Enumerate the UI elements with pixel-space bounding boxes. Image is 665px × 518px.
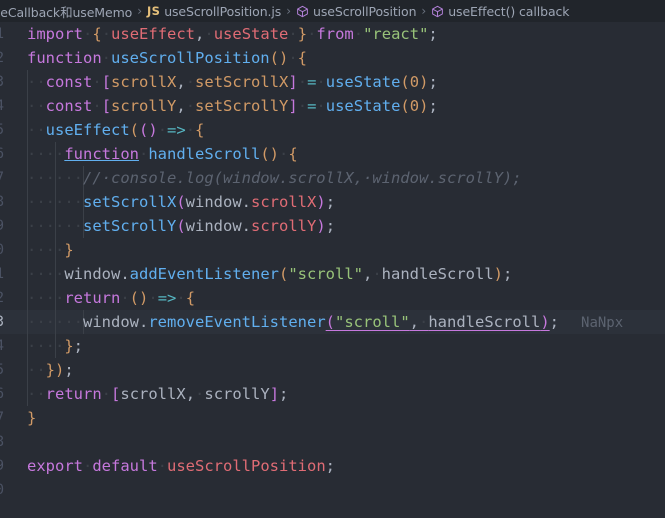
- breadcrumb-item-symbol-usescrollposition[interactable]: useScrollPosition: [296, 0, 417, 22]
- code-line[interactable]: 5 ··useEffect(()·=>·{: [0, 118, 665, 142]
- code-line-text: ······setScrollY(window.scrollY);: [27, 217, 336, 235]
- code-line[interactable]: 20: [0, 478, 665, 502]
- line-number: 1: [0, 22, 4, 46]
- line-number: 11: [0, 262, 4, 286]
- code-line[interactable]: 1 import·{·useEffect,·useState·}·from·"r…: [0, 22, 665, 46]
- code-line[interactable]: 10 ····}: [0, 238, 665, 262]
- line-number: 18: [0, 430, 4, 454]
- code-line-text: ······window.removeEventListener("scroll…: [27, 313, 624, 331]
- code-line[interactable]: 3 ··const·[scrollX,·setScrollX]·=·useSta…: [0, 70, 665, 94]
- code-line[interactable]: 14 ····};: [0, 334, 665, 358]
- line-number: 16: [0, 382, 4, 406]
- code-line-text: ··return·[scrollX,·scrollY];: [27, 385, 289, 403]
- code-line-text: }: [27, 409, 37, 427]
- symbol-function-cube-icon: [296, 5, 309, 18]
- code-line[interactable]: 18: [0, 430, 665, 454]
- code-line[interactable]: 2 function·useScrollPosition()·{: [0, 46, 665, 70]
- code-line[interactable]: 6 ····function·handleScroll()·{: [0, 142, 665, 166]
- line-number: 6: [0, 142, 4, 166]
- code-line-text: ····return·()·=>·{: [27, 289, 196, 307]
- code-line[interactable]: 16 ··return·[scrollX,·scrollY];: [0, 382, 665, 406]
- code-line-text: ····}: [27, 241, 74, 259]
- code-line-text: ······//·console.log(window.scrollX,·win…: [27, 169, 522, 187]
- code-line[interactable]: 17 }: [0, 406, 665, 430]
- code-line[interactable]: 8 ······setScrollX(window.scrollX);: [0, 190, 665, 214]
- breadcrumb-item-folder[interactable]: useCallback和useMemo: [0, 0, 132, 22]
- line-number: 13: [0, 310, 4, 334]
- code-line[interactable]: 11 ····window.addEventListener("scroll",…: [0, 262, 665, 286]
- breadcrumb-item-file[interactable]: JS useScrollPosition.js: [147, 0, 281, 22]
- code-line-text: function·useScrollPosition()·{: [27, 49, 307, 67]
- symbol-function-cube-icon: [431, 5, 444, 18]
- code-line-text: ····window.addEventListener("scroll",·ha…: [27, 265, 513, 283]
- code-line[interactable]: 4 ··const·[scrollY,·setScrollY]·=·useSta…: [0, 94, 665, 118]
- breadcrumb-item-label: useScrollPosition: [313, 3, 417, 19]
- breadcrumb-separator-icon: ›: [137, 4, 143, 18]
- line-number: 12: [0, 286, 4, 310]
- line-number: 9: [0, 214, 4, 238]
- code-line-text: export·default·useScrollPosition;: [27, 457, 335, 475]
- breadcrumb-separator-icon: ›: [421, 4, 427, 18]
- code-line-text: ··const·[scrollY,·setScrollY]·=·useState…: [27, 97, 438, 115]
- code-line-text: ··const·[scrollX,·setScrollX]·=·useState…: [27, 73, 438, 91]
- code-line-text: ··useEffect(()·=>·{: [27, 121, 205, 139]
- code-line[interactable]: 15 ··});: [0, 358, 665, 382]
- breadcrumb-item-label: useEffect() callback: [448, 3, 570, 19]
- code-line[interactable]: 9 ······setScrollY(window.scrollY);: [0, 214, 665, 238]
- line-number: 14: [0, 334, 4, 358]
- breadcrumb: useCallback和useMemo › JS useScrollPositi…: [0, 0, 665, 22]
- line-number: 5: [0, 118, 4, 142]
- code-line-text: import·{·useEffect,·useState·}·from·"rea…: [27, 25, 438, 43]
- code-editor[interactable]: 1 import·{·useEffect,·useState·}·from·"r…: [0, 22, 665, 518]
- code-line[interactable]: 19 export·default·useScrollPosition;: [0, 454, 665, 478]
- line-number: 7: [0, 166, 4, 190]
- line-number: 2: [0, 46, 4, 70]
- code-line-text: ····function·handleScroll()·{: [27, 145, 298, 163]
- code-line-text: ····};: [27, 337, 84, 355]
- line-number: 3: [0, 70, 4, 94]
- line-number: 15: [0, 358, 4, 382]
- code-line-active[interactable]: 13 ······window.removeEventListener("scr…: [0, 310, 665, 334]
- code-line-text: ··});: [27, 361, 74, 379]
- line-number: 20: [0, 478, 4, 502]
- code-line[interactable]: 7 ······//·console.log(window.scrollX,·w…: [0, 166, 665, 190]
- line-number: 19: [0, 454, 4, 478]
- line-number: 17: [0, 406, 4, 430]
- line-number: 4: [0, 94, 4, 118]
- code-line-text: ······setScrollX(window.scrollX);: [27, 193, 336, 211]
- line-number: 8: [0, 190, 4, 214]
- js-file-icon: JS: [147, 4, 161, 18]
- inlay-hint: NaNpx: [581, 315, 624, 331]
- breadcrumb-item-symbol-useeffect-callback[interactable]: useEffect() callback: [431, 0, 570, 22]
- line-number: 10: [0, 238, 4, 262]
- code-line[interactable]: 12 ····return·()·=>·{: [0, 286, 665, 310]
- breadcrumb-item-label: useCallback和useMemo: [0, 4, 133, 20]
- breadcrumb-item-label: useScrollPosition.js: [164, 3, 282, 19]
- breadcrumb-separator-icon: ›: [286, 4, 292, 18]
